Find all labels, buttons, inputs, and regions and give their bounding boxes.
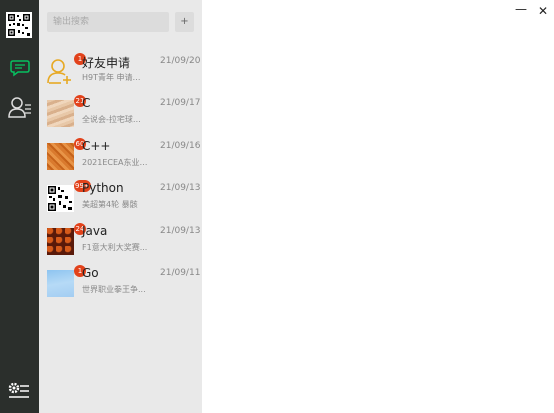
- chat-preview: H9T青年 申请添加你为好友: [82, 73, 148, 82]
- chat-item[interactable]: 1 Go 世界职业拳王争... 21/09/11: [39, 265, 202, 308]
- avatar: 1: [47, 265, 86, 297]
- qr-code-icon[interactable]: [6, 12, 32, 38]
- chat-name: C++: [82, 139, 111, 153]
- chat-item[interactable]: 99+ Python 美超第4轮 暴骸 21/09/13: [39, 180, 202, 223]
- add-button[interactable]: +: [175, 12, 194, 32]
- chat-date: 21/09/17: [160, 98, 201, 108]
- chat-name: 好友申请: [82, 56, 131, 70]
- chat-preview: 全说会-拉宅球劳...: [82, 115, 148, 124]
- avatar: 60: [47, 138, 86, 170]
- qr-avatar: 99+: [47, 180, 91, 212]
- chat-icon[interactable]: [10, 59, 30, 77]
- chat-list-pane: 输出搜索 + 1 好友申请 H9T青年 申请添加你为好友 21/09/20 21…: [39, 0, 202, 413]
- close-button[interactable]: ✕: [538, 4, 548, 18]
- friend-request-icon: 1: [47, 53, 86, 85]
- chat-preview: F1意大利大奖赛...: [82, 243, 148, 252]
- chat-item[interactable]: 1 好友申请 H9T青年 申请添加你为好友 21/09/20: [39, 53, 202, 96]
- chat-date: 21/09/20: [160, 56, 201, 66]
- left-sidebar: [0, 0, 39, 413]
- chat-preview: 世界职业拳王争...: [82, 285, 146, 294]
- chat-item[interactable]: 60 C++ 2021ECEA东业电... 21/09/16: [39, 138, 202, 181]
- chat-date: 21/09/13: [160, 183, 201, 193]
- chat-item[interactable]: 21 C 全说会-拉宅球劳... 21/09/17: [39, 95, 202, 138]
- minimize-button[interactable]: —: [515, 2, 527, 16]
- contacts-icon[interactable]: [8, 96, 32, 118]
- avatar: 24: [47, 223, 86, 255]
- search-input[interactable]: 输出搜索: [47, 12, 169, 32]
- chat-date: 21/09/13: [160, 226, 201, 236]
- chat-item[interactable]: 24 Java F1意大利大奖赛... 21/09/13: [39, 223, 202, 266]
- chat-name: Java: [82, 224, 108, 238]
- avatar: 21: [47, 95, 86, 127]
- chat-name: C: [82, 96, 91, 110]
- chat-name: Go: [82, 266, 99, 280]
- chat-preview: 2021ECEA东业电...: [82, 158, 148, 167]
- settings-icon[interactable]: [8, 382, 30, 400]
- chat-name: Python: [82, 181, 124, 195]
- chat-date: 21/09/16: [160, 141, 201, 151]
- chat-preview: 美超第4轮 暴骸: [82, 200, 138, 209]
- chat-date: 21/09/11: [160, 268, 201, 278]
